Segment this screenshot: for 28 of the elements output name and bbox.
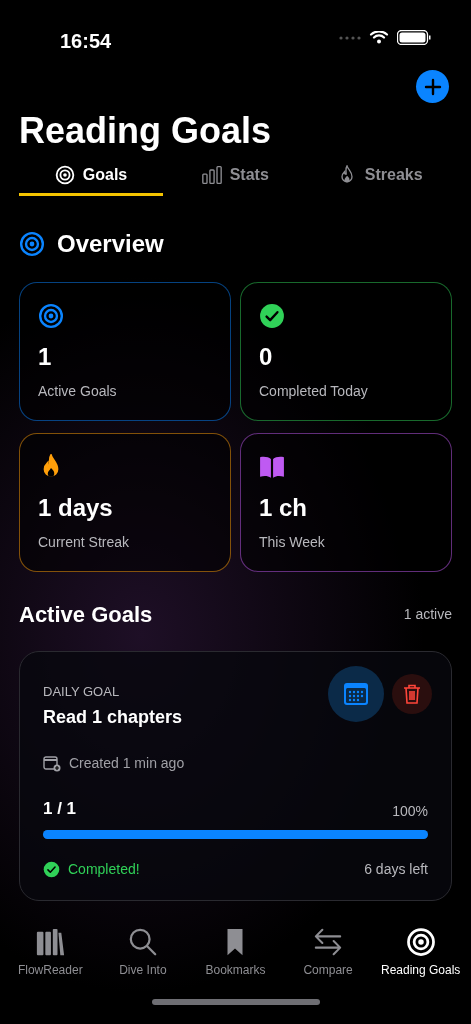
goal-count: 1 active — [403, 604, 452, 624]
tab-bar-item[interactable]: Bookmarks — [189, 926, 282, 979]
tab[interactable]: Streaks — [307, 158, 452, 196]
page-title: Reading Goals — [19, 111, 273, 151]
section-title: Overview — [57, 228, 164, 259]
tab[interactable]: Goals — [19, 158, 163, 196]
progress-percent: 100% — [392, 801, 428, 821]
stat-value: 1 ch — [259, 492, 309, 523]
section-title: Active Goals — [19, 600, 153, 629]
stat-label: Active Goals — [38, 381, 118, 401]
stat-label: Completed Today — [259, 381, 369, 401]
created-time: Created 1 min ago — [69, 754, 185, 774]
goal-period: DAILY GOAL — [43, 682, 121, 701]
goal-title: Read 1 chapters — [43, 706, 183, 730]
stat-label: This Week — [259, 532, 326, 552]
progress-count: 1 / 1 — [43, 798, 77, 821]
stat-value: 1 days — [38, 492, 114, 523]
goal-status: Completed! — [68, 859, 140, 879]
tab-bar-item[interactable]: Dive Into — [96, 926, 190, 979]
stat-value: 0 — [259, 341, 274, 372]
tab-bar-item[interactable]: Compare — [281, 926, 375, 979]
tab-bar-item[interactable]: FlowReader — [4, 926, 97, 979]
days-left: 6 days left — [364, 859, 428, 879]
tab[interactable]: Stats — [163, 158, 308, 196]
status-time: 16:54 — [60, 29, 112, 54]
stat-label: Current Streak — [38, 532, 131, 552]
tab-bar-item[interactable]: Reading Goals — [374, 926, 467, 979]
stat-value: 1 — [38, 341, 53, 372]
